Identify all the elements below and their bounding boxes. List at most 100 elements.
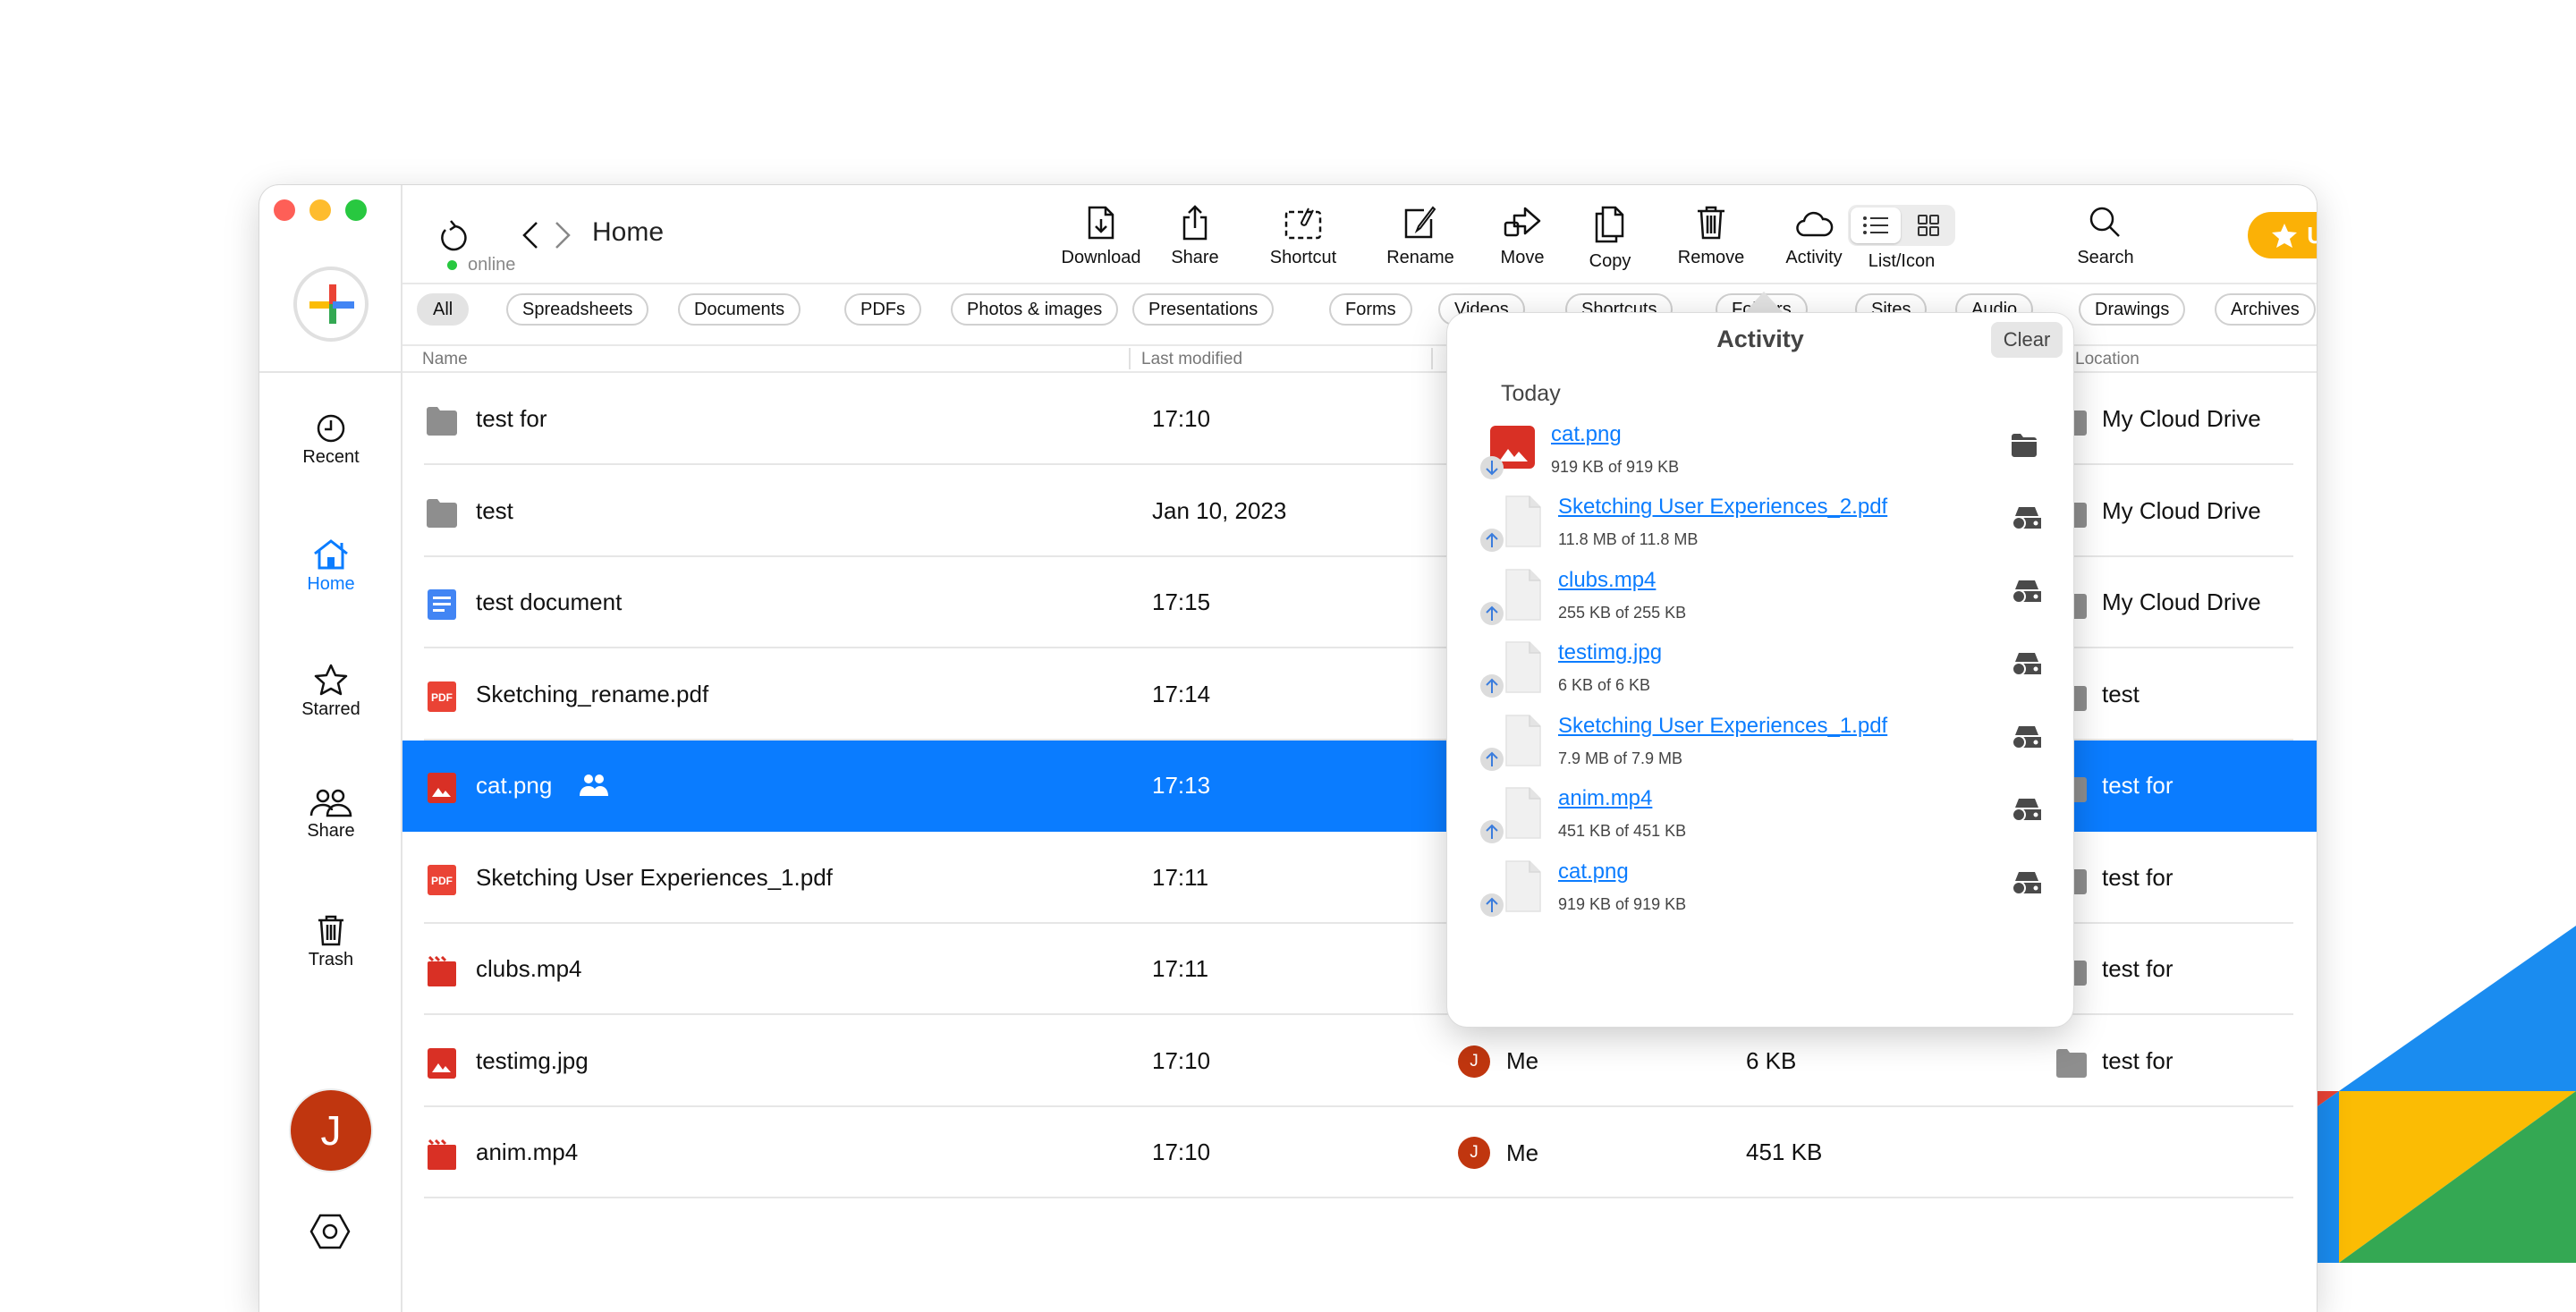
settings-icon[interactable] [309,1214,351,1249]
download-button[interactable]: Download [1047,205,1155,268]
file-name: Sketching User Experiences_1.pdf [476,863,833,891]
activity-item[interactable]: Sketching User Experiences_1.pdf 7.9 MB o… [1447,714,2073,787]
file-name: clubs.mp4 [476,955,582,982]
activity-file-link[interactable]: clubs.mp4 [1558,568,1656,593]
filter-chip-drawings[interactable]: Drawings [2079,293,2186,326]
activity-file-link[interactable]: testimg.jpg [1558,640,1662,665]
upgrade-button[interactable]: Upgrade [2248,212,2317,258]
search-icon [2089,207,2120,237]
share-button[interactable]: Share [1141,205,1249,268]
filter-chip-pdfs[interactable]: PDFs [844,293,921,326]
remove-button[interactable]: Remove [1657,205,1765,268]
forward-icon[interactable] [553,221,572,250]
file-thumbnail [1501,786,1544,839]
activity-item[interactable]: testimg.jpg 6 KB of 6 KB [1447,640,2073,714]
rename-button[interactable]: Rename [1367,205,1474,268]
cloud-drive-icon[interactable] [2011,724,2043,754]
clear-activity-button[interactable]: Clear [1991,322,2063,358]
plus-icon-part [309,301,329,309]
view-toggle[interactable] [1848,205,1955,246]
copy-button[interactable]: Copy [1556,205,1664,272]
cloud-drive-icon[interactable] [2011,797,2043,826]
activity-progress: 11.8 MB of 11.8 MB [1558,530,1699,548]
sidebar-item-label: Recent [302,447,360,467]
folder-icon[interactable] [2011,433,2038,462]
file-modified: 17:13 [1152,772,1211,799]
activity-popover: Activity Clear Today cat.png 919 KB of 91… [1447,313,2073,1027]
activity-file-link[interactable]: Sketching User Experiences_2.pdf [1558,495,1887,520]
filter-chip-spreadsheets[interactable]: Spreadsheets [506,293,649,326]
cloud-drive-icon[interactable] [2011,505,2043,535]
star-icon [314,664,348,696]
activity-item[interactable]: clubs.mp4 255 KB of 255 KB [1447,568,2073,641]
refresh-icon[interactable] [438,217,470,253]
pdf-icon: PDF [428,681,456,712]
activity-file-link[interactable]: Sketching User Experiences_1.pdf [1558,714,1887,739]
share-icon [1182,205,1208,241]
icon-view-button[interactable] [1903,207,1953,243]
upload-arrow-icon [1480,529,1504,552]
shortcut-button[interactable]: Shortcut [1250,205,1357,268]
document-icon [428,589,456,620]
sidebar-item-starred[interactable]: Starred [259,664,402,720]
folder-icon [427,407,457,436]
filter-chip-photos-images[interactable]: Photos & images [951,293,1119,326]
activity-progress: 919 KB of 919 KB [1558,895,1687,913]
video-icon [428,956,456,986]
filter-chip-all[interactable]: All [417,293,470,326]
filter-chip-archives[interactable]: Archives [2215,293,2316,326]
file-location: test [2102,680,2140,707]
cloud-drive-icon[interactable] [2011,579,2043,608]
user-avatar[interactable]: J [291,1090,371,1171]
activity-file-link[interactable]: cat.png [1558,859,1629,885]
file-owner: J Me [1458,1045,1538,1078]
activity-item[interactable]: Sketching User Experiences_2.pdf 11.8 MB … [1447,495,2073,568]
file-row[interactable]: anim.mp4 17:10 J Me 451 KB [402,1107,2317,1198]
file-row[interactable]: testimg.jpg 17:10 J Me 6 KB test for [402,1016,2317,1107]
home-icon [314,539,348,570]
status-dot [447,260,457,271]
trash-icon [318,915,343,946]
file-thumbnail [1501,859,1544,912]
column-divider[interactable] [1431,348,1433,369]
row-divider [424,1197,2293,1198]
shortcut-icon [1284,207,1322,240]
deco-blue-triangle-top [2339,926,2576,1091]
filter-chip-forms[interactable]: Forms [1329,293,1412,326]
column-divider[interactable] [1129,348,1131,369]
new-button[interactable] [293,267,369,342]
search-button[interactable]: Search [2052,205,2159,268]
activity-section-today: Today [1501,381,1561,406]
page-title: Home [592,217,665,247]
activity-file-link[interactable]: anim.mp4 [1558,786,1652,811]
column-last-modified[interactable]: Last modified [1141,350,1242,369]
column-name[interactable]: Name [422,350,468,369]
sidebar-item-label: Trash [308,950,354,969]
list-view-button[interactable] [1851,207,1901,243]
sidebar-item-share[interactable]: Share [259,789,402,842]
sidebar-item-home[interactable]: Home [259,538,402,595]
file-location: My Cloud Drive [2102,588,2261,615]
cloud-drive-icon[interactable] [2011,870,2043,900]
filter-chip-documents[interactable]: Documents [678,293,801,326]
cloud-drive-icon[interactable] [2011,651,2043,681]
activity-item[interactable]: cat.png 919 KB of 919 KB [1447,859,2073,933]
activity-item[interactable]: cat.png 919 KB of 919 KB [1447,422,2073,495]
owner-avatar: J [1458,1137,1490,1169]
download-label: Download [1061,248,1141,267]
filter-chip-presentations[interactable]: Presentations [1132,293,1275,326]
file-location: test for [2102,772,2174,799]
column-location[interactable]: Location [2075,350,2140,369]
back-icon[interactable] [521,221,540,250]
list-icon [1863,216,1888,234]
sidebar-item-recent[interactable]: Recent [259,413,402,468]
sidebar-item-label: Share [307,821,355,841]
file-size: 6 KB [1746,1046,1797,1074]
activity-file-link[interactable]: cat.png [1551,422,1622,447]
activity-item[interactable]: anim.mp4 451 KB of 451 KB [1447,786,2073,859]
upload-arrow-icon [1480,674,1504,698]
sidebar-item-trash[interactable]: Trash [259,914,402,970]
file-name: Sketching_rename.pdf [476,680,709,707]
file-modified: 17:15 [1152,588,1211,615]
file-name: test for [476,405,547,432]
